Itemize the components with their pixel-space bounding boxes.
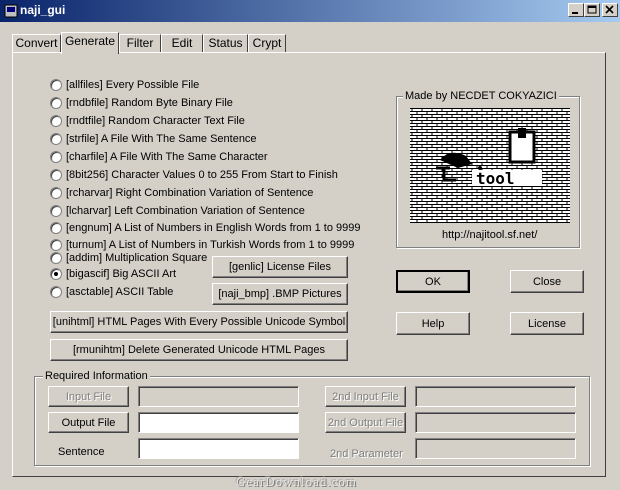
minimize-button[interactable] — [568, 3, 584, 17]
logo-caption: Made by NECDET COKYAZICI — [403, 90, 559, 102]
license-button[interactable]: License — [510, 312, 584, 335]
radio-button[interactable] — [50, 252, 62, 264]
tab-convert[interactable]: Convert — [12, 34, 61, 53]
second-output-file-field[interactable] — [415, 412, 576, 433]
radio-button[interactable] — [50, 133, 62, 145]
radio-button[interactable] — [50, 187, 62, 199]
second-input-file-button[interactable]: 2nd Input File — [325, 386, 406, 407]
second-output-file-button[interactable]: 2nd Output File — [325, 412, 406, 433]
window-title: naji_gui — [20, 3, 66, 17]
second-parameter-field[interactable] — [415, 438, 576, 459]
genlic-button[interactable]: [genlic] License Files — [212, 256, 348, 278]
radio-button[interactable] — [50, 286, 62, 298]
close-button[interactable]: Close — [510, 270, 584, 293]
app-icon — [4, 4, 18, 18]
radio-button[interactable] — [50, 97, 62, 109]
tab-crypt[interactable]: Crypt — [248, 34, 286, 53]
sentence-field[interactable] — [138, 438, 299, 459]
ok-button[interactable]: OK — [396, 270, 470, 293]
tab-edit[interactable]: Edit — [161, 34, 203, 53]
logo-text: tool — [476, 169, 515, 188]
radio-button[interactable] — [50, 115, 62, 127]
radio-button[interactable] — [50, 239, 62, 251]
radio-button[interactable] — [50, 222, 62, 234]
radio-button[interactable] — [50, 151, 62, 163]
second-parameter-label: 2nd Parameter — [330, 448, 403, 460]
tab-generate[interactable]: Generate — [61, 32, 119, 54]
radio-button[interactable] — [50, 79, 62, 91]
help-button[interactable]: Help — [396, 312, 470, 335]
title-bar: naji_gui — [0, 0, 620, 22]
radio-button-selected[interactable] — [50, 268, 62, 280]
minimize-icon — [572, 12, 578, 14]
maximize-icon — [587, 5, 597, 14]
input-file-button[interactable]: Input File — [48, 386, 129, 407]
naji-bmp-button[interactable]: [naji_bmp] .BMP Pictures — [212, 283, 348, 305]
output-file-button[interactable]: Output File — [48, 412, 129, 433]
maximize-button[interactable] — [584, 3, 600, 17]
input-file-field[interactable] — [138, 386, 299, 407]
output-file-field[interactable] — [138, 412, 299, 433]
tab-status[interactable]: Status — [203, 34, 248, 53]
website-url[interactable]: http://najitool.sf.net/ — [442, 229, 537, 241]
unihtml-button[interactable]: [unihtml] HTML Pages With Every Possible… — [50, 311, 348, 333]
close-window-button[interactable] — [602, 3, 618, 17]
second-input-file-field[interactable] — [415, 386, 576, 407]
watermark: GearDownload.com — [236, 474, 358, 489]
rmunihtm-button[interactable]: [rmunihtm] Delete Generated Unicode HTML… — [50, 339, 348, 361]
sentence-label: Sentence — [58, 446, 105, 458]
najitool-logo-image: tool — [410, 108, 570, 223]
tab-filter[interactable]: Filter — [119, 34, 161, 53]
close-icon — [605, 5, 614, 14]
required-info-title: Required Information — [43, 370, 150, 382]
radio-button[interactable] — [50, 169, 62, 181]
radio-button[interactable] — [50, 205, 62, 217]
